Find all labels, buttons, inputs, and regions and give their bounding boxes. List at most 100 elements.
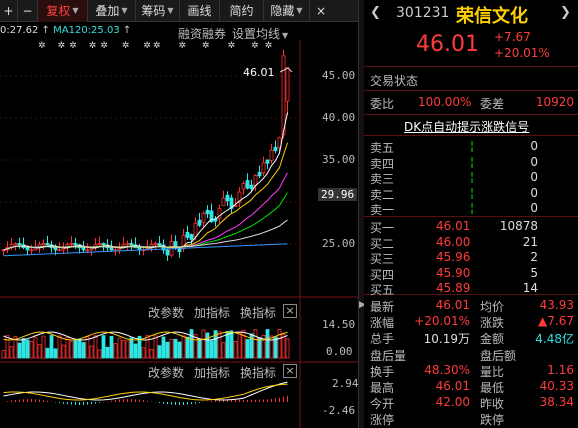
candle xyxy=(25,247,30,251)
add-indicator-button[interactable]: 加指标 xyxy=(194,364,230,381)
candle xyxy=(53,247,58,251)
candle xyxy=(41,243,46,246)
sell-row[interactable]: 卖二 ¦ 0 xyxy=(370,186,578,203)
change-params-button[interactable]: 改参数 xyxy=(148,304,184,321)
stat-value: 46.01 xyxy=(435,298,470,312)
volume-bar xyxy=(225,331,230,359)
sell-label: 卖四 xyxy=(370,156,395,171)
volume-bar xyxy=(1,350,6,359)
stat-label: 涨跌 xyxy=(480,316,505,331)
volume-bar xyxy=(141,347,146,359)
volume-bar xyxy=(9,346,14,359)
buy-row[interactable]: 买三 45.96 2 xyxy=(370,250,578,267)
divider-icon: ¦ xyxy=(470,154,475,169)
volume-bar xyxy=(97,349,102,359)
buy-price: 46.00 xyxy=(436,234,471,249)
buy-row[interactable]: 买一 46.01 10878 xyxy=(370,219,578,236)
stat-label: 今开 xyxy=(370,397,395,412)
stat-label: 盘后量 xyxy=(370,348,407,363)
sell-row[interactable]: 卖三 ¦ 0 xyxy=(370,170,578,187)
buy-row[interactable]: 买五 45.89 14 xyxy=(370,281,578,298)
candle xyxy=(221,197,226,207)
stat-label: 最高 xyxy=(370,381,395,395)
volume-bar xyxy=(241,329,246,359)
stat-label: 总手 xyxy=(370,332,395,347)
close-icon[interactable]: × xyxy=(283,364,297,378)
buy-price: 45.90 xyxy=(436,265,471,280)
buy-label: 买一 xyxy=(370,221,395,235)
axis-label: 2.94 xyxy=(332,377,359,390)
volume-bar xyxy=(269,335,274,359)
back-icon[interactable]: ❮ xyxy=(370,5,381,20)
stat-value: 10.19万 xyxy=(423,332,470,347)
candle xyxy=(101,243,106,246)
candle xyxy=(153,243,158,245)
current-price: 46.01 xyxy=(416,32,479,57)
sell-label: 卖二 xyxy=(370,187,395,202)
add-indicator-button[interactable]: 加指标 xyxy=(194,304,230,321)
buy-row[interactable]: 买二 46.00 21 xyxy=(370,235,578,252)
sell-row[interactable]: 卖一 ¦ 0 xyxy=(370,201,578,218)
dk-signal-link[interactable]: DK点自动提示涨跌信号 xyxy=(404,118,529,135)
stat-label: 金额 xyxy=(480,332,505,347)
sell-row[interactable]: 卖四 ¦ 0 xyxy=(370,155,578,172)
price-change-pct: +20.01% xyxy=(494,46,550,60)
price-change: +7.67 xyxy=(494,30,531,44)
close-icon[interactable]: × xyxy=(283,304,297,318)
switch-indicator-button[interactable]: 换指标 xyxy=(240,304,276,321)
candle xyxy=(85,249,90,252)
change-params-button[interactable]: 改参数 xyxy=(148,364,184,381)
stat-row: 涨停 跌停 xyxy=(370,411,578,428)
candle xyxy=(261,162,266,174)
candle xyxy=(57,249,62,252)
stat-value: 1.16 xyxy=(547,362,574,377)
volume-bar xyxy=(245,339,250,359)
current-price-axis-label: 29.96 xyxy=(318,188,358,201)
indicator-line xyxy=(3,381,288,401)
stat-value: 40.33 xyxy=(539,379,574,393)
buy-volume: 5 xyxy=(530,265,538,280)
section-title: 交易状态 xyxy=(370,74,419,88)
forward-icon[interactable]: ❯ xyxy=(560,5,571,20)
sell-volume: 0 xyxy=(530,154,538,169)
sell-volume: 0 xyxy=(530,185,538,200)
candle xyxy=(157,243,162,246)
volume-bar xyxy=(189,329,194,359)
axis-label: -2.46 xyxy=(322,404,356,417)
stat-row: 涨幅 +20.01% 涨跌 ▲7.67 xyxy=(370,314,578,331)
weibi-value: 100.00% xyxy=(418,95,472,109)
buy-label: 买五 xyxy=(370,283,395,297)
volume-bar xyxy=(249,333,254,359)
volume-bar xyxy=(73,339,78,359)
volume-bar xyxy=(117,337,122,359)
volume-bar xyxy=(37,344,42,359)
candle xyxy=(109,247,114,251)
volume-bar xyxy=(57,335,62,359)
stat-row: 总手 10.19万 金额 4.48亿 xyxy=(370,330,578,347)
candle xyxy=(81,247,86,251)
volume-bar xyxy=(105,346,110,359)
volume-bar xyxy=(233,340,238,359)
candle xyxy=(69,243,74,246)
candle xyxy=(173,241,178,248)
sell-volume: 0 xyxy=(530,139,538,153)
candle xyxy=(17,243,22,246)
switch-indicator-button[interactable]: 换指标 xyxy=(240,364,276,381)
candle xyxy=(257,172,262,177)
volume-bar xyxy=(217,331,222,359)
stat-row: 今开 42.00 昨收 38.34 xyxy=(370,395,578,412)
sell-row[interactable]: 卖五 ¦ 0 xyxy=(370,139,578,156)
stock-name: 荣信文化 xyxy=(456,6,528,27)
volume-bar xyxy=(173,338,178,359)
candle xyxy=(205,209,210,215)
buy-row[interactable]: 买四 45.90 5 xyxy=(370,266,578,283)
volume-bar xyxy=(21,338,26,359)
stat-label: 涨幅 xyxy=(370,316,395,331)
candle xyxy=(281,55,286,136)
volume-bar xyxy=(125,340,130,359)
candle xyxy=(13,243,18,246)
stat-label: 昨收 xyxy=(480,397,505,412)
stat-value: ▲7.67 xyxy=(538,314,574,329)
buy-volume: 2 xyxy=(530,250,538,264)
buy-label: 买三 xyxy=(370,252,395,266)
